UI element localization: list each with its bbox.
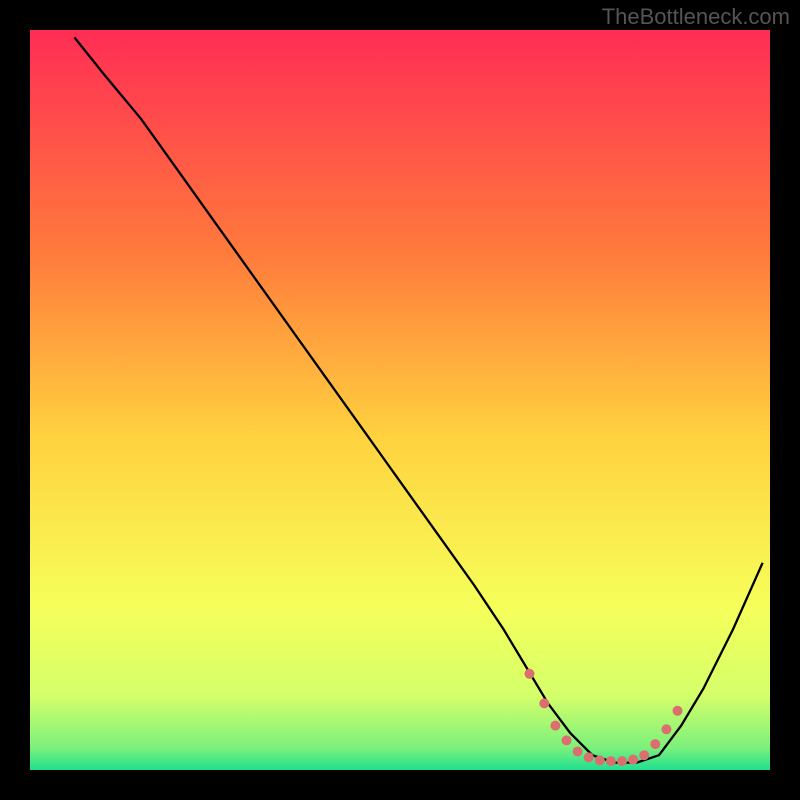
sweet-spot-dot <box>539 698 549 708</box>
sweet-spot-dot <box>617 756 627 766</box>
sweet-spot-dot <box>562 735 572 745</box>
chart-container: TheBottleneck.com <box>0 0 800 800</box>
sweet-spot-dot <box>639 750 649 760</box>
sweet-spot-dot <box>595 755 605 765</box>
sweet-spot-dot <box>661 724 671 734</box>
watermark-text: TheBottleneck.com <box>602 4 790 30</box>
sweet-spot-dot <box>673 706 683 716</box>
sweet-spot-dot <box>628 755 638 765</box>
sweet-spot-dot <box>550 721 560 731</box>
plot-area <box>30 30 770 770</box>
bottleneck-chart <box>0 0 800 800</box>
sweet-spot-dot <box>584 752 594 762</box>
sweet-spot-dot <box>525 669 535 679</box>
sweet-spot-dot <box>606 756 616 766</box>
sweet-spot-dot <box>650 739 660 749</box>
sweet-spot-dot <box>573 747 583 757</box>
